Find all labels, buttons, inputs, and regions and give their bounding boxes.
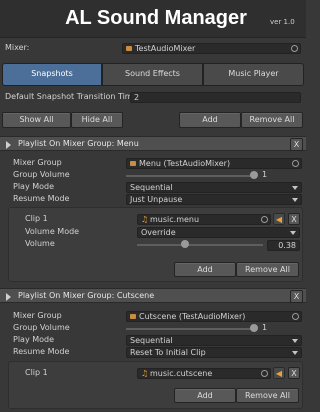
version-label: ver 1.0 [270, 18, 295, 26]
audio-clip-icon: ♫ [141, 215, 149, 224]
volume-label: Volume [25, 239, 55, 248]
remove-clip-button[interactable]: X [288, 213, 300, 225]
remove-playlist-button[interactable]: X [290, 290, 303, 303]
app-title: AL Sound Manager [65, 7, 247, 29]
tab-snapshots-label: Snapshots [31, 69, 73, 78]
playlist-header-cutscene[interactable]: Playlist On Mixer Group: Cutscene X [0, 288, 306, 303]
volume-mode-value: Override [141, 228, 176, 237]
group-volume-slider[interactable] [126, 328, 256, 330]
tab-snapshots[interactable]: Snapshots [2, 63, 102, 86]
object-picker-icon[interactable] [292, 313, 299, 320]
hide-all-button[interactable]: Hide All [71, 112, 123, 128]
play-mode-label: Play Mode [13, 335, 55, 344]
audio-clip-icon: ♫ [141, 369, 149, 378]
remove-all-button[interactable]: Remove All [241, 112, 303, 128]
tab-music-player-label: Music Player [228, 69, 279, 78]
clip-field[interactable]: ♫ music.cutscene [137, 368, 271, 379]
play-mode-dropdown[interactable]: Sequential [126, 182, 302, 193]
resume-mode-dropdown[interactable]: Just Unpause [126, 194, 302, 205]
foldout-arrow-icon[interactable] [6, 293, 11, 301]
audio-mixer-icon [126, 46, 132, 51]
play-mode-dropdown[interactable]: Sequential [126, 335, 302, 346]
mixer-group-icon [130, 161, 136, 166]
mixer-value: TestAudioMixer [135, 44, 196, 53]
object-picker-icon[interactable] [261, 216, 268, 223]
clip-field[interactable]: ♫ music.menu [137, 214, 271, 225]
group-volume-knob[interactable] [250, 171, 258, 179]
mixer-label: Mixer: [5, 43, 30, 52]
resume-mode-dropdown[interactable]: Reset To Initial Clip [126, 347, 302, 358]
clip-value: music.menu [150, 215, 200, 224]
playlist-header-menu[interactable]: Playlist On Mixer Group: Menu X [0, 136, 306, 151]
group-volume-knob[interactable] [250, 324, 258, 332]
add-button[interactable]: Add [179, 112, 241, 128]
playlist-title: Playlist On Mixer Group: Menu [18, 139, 139, 148]
clip-value: music.cutscene [150, 369, 213, 378]
object-picker-icon[interactable] [292, 160, 299, 167]
clip-label: Clip 1 [25, 368, 48, 377]
play-mode-label: Play Mode [13, 182, 55, 191]
playlist-title: Playlist On Mixer Group: Cutscene [18, 291, 155, 300]
play-mode-value: Sequential [130, 336, 173, 345]
remove-playlist-button[interactable]: X [290, 138, 303, 151]
mixer-group-label: Mixer Group [13, 158, 62, 167]
object-picker-icon[interactable] [261, 370, 268, 377]
remove-clip-button[interactable]: X [288, 367, 300, 379]
object-picker-icon[interactable] [291, 45, 298, 52]
mixer-group-label: Mixer Group [13, 311, 62, 320]
mixer-field[interactable]: TestAudioMixer [122, 43, 301, 54]
group-volume-value[interactable]: 1 [262, 169, 267, 180]
add-clip-button[interactable]: Add [174, 262, 236, 277]
volume-mode-label: Volume Mode [25, 227, 80, 236]
resume-mode-label: Resume Mode [13, 347, 70, 356]
tab-music-player[interactable]: Music Player [203, 63, 304, 86]
show-all-button[interactable]: Show All [2, 112, 71, 128]
play-mode-value: Sequential [130, 183, 173, 192]
group-volume-value[interactable]: 1 [262, 322, 267, 333]
remove-all-clips-button[interactable]: Remove All [236, 388, 299, 403]
volume-input[interactable]: 0.38 [267, 240, 300, 251]
transition-input[interactable]: 2 [130, 92, 301, 103]
remove-all-clips-button[interactable]: Remove All [236, 262, 299, 277]
mixer-group-icon [130, 314, 136, 319]
add-clip-button[interactable]: Add [174, 388, 236, 403]
speaker-icon[interactable]: ◀ [273, 367, 285, 379]
tab-sound-effects-label: Sound Effects [125, 69, 180, 78]
volume-mode-dropdown[interactable]: Override [137, 227, 300, 238]
group-volume-slider[interactable] [126, 175, 256, 177]
volume-knob[interactable] [181, 240, 189, 248]
resume-mode-label: Resume Mode [13, 194, 70, 203]
group-volume-label: Group Volume [13, 323, 70, 332]
mixer-group-field[interactable]: Menu (TestAudioMixer) [126, 158, 302, 169]
resume-mode-value: Reset To Initial Clip [130, 348, 206, 357]
mixer-group-field[interactable]: Cutscene (TestAudioMixer) [126, 311, 302, 322]
foldout-arrow-icon[interactable] [6, 141, 11, 149]
volume-slider[interactable] [137, 244, 263, 246]
tab-sound-effects[interactable]: Sound Effects [102, 63, 203, 86]
group-volume-label: Group Volume [13, 170, 70, 179]
transition-label: Default Snapshot Transition Time: [5, 92, 141, 101]
speaker-icon[interactable]: ◀ [273, 213, 285, 225]
mixer-group-value: Cutscene (TestAudioMixer) [139, 312, 246, 321]
clip-label: Clip 1 [25, 214, 48, 223]
resume-mode-value: Just Unpause [130, 195, 183, 204]
mixer-group-value: Menu (TestAudioMixer) [139, 159, 231, 168]
